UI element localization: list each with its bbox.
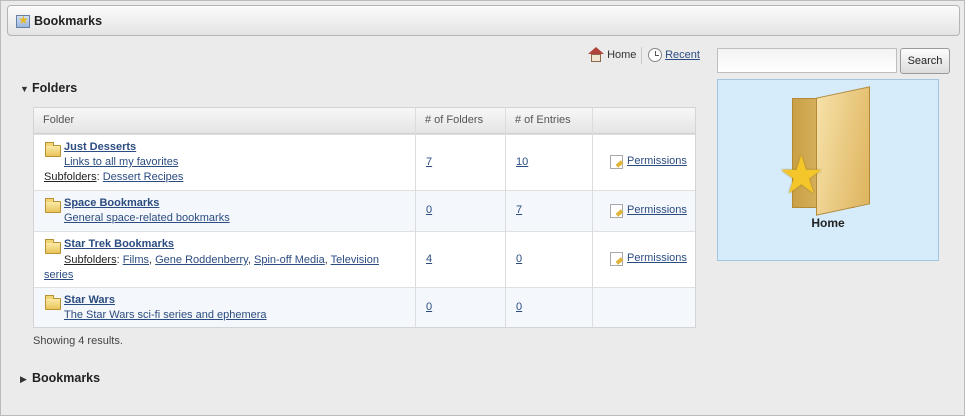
collapsed-arrow-icon: ▶ — [20, 374, 27, 384]
permissions-icon — [610, 204, 623, 218]
column-divider — [592, 108, 593, 327]
bookmarks-icon — [16, 13, 30, 28]
entries-count-link[interactable]: 10 — [516, 156, 528, 168]
column-divider — [505, 108, 506, 327]
preview-label: Home — [811, 216, 845, 230]
folder-name-link[interactable]: Star Trek Bookmarks — [64, 238, 174, 250]
folder-icon — [45, 198, 61, 213]
home-link-label: Home — [607, 49, 637, 61]
subfolders-line: Subfolders: Films, Gene Roddenberry, Spi… — [44, 254, 379, 281]
permissions-icon — [610, 155, 623, 169]
home-folder-star-icon: ★ — [778, 86, 878, 216]
recent-link[interactable]: Recent — [648, 47, 700, 62]
permissions-link[interactable]: Permissions — [627, 204, 687, 216]
folder-name-link[interactable]: Star Wars — [64, 294, 115, 306]
permissions-icon — [610, 252, 623, 266]
results-count: Showing 4 results. — [33, 335, 123, 347]
folders-count-link[interactable]: 0 — [426, 204, 432, 216]
folders-count-link[interactable]: 4 — [426, 253, 432, 265]
subfolders-label: Subfolders — [64, 254, 117, 266]
column-header-entries-count: # of Entries — [506, 108, 593, 134]
subfolder-link[interactable]: Gene Roddenberry — [155, 254, 248, 266]
bookmarks-section-title: Bookmarks — [32, 371, 101, 385]
portlet-titlebar: Bookmarks — [7, 5, 960, 36]
portlet-title: Bookmarks — [34, 14, 103, 28]
search-input[interactable] — [717, 48, 897, 73]
column-divider — [415, 108, 416, 327]
subfolder-link[interactable]: Spin-off Media — [254, 254, 325, 266]
bookmarks-portlet: Bookmarks Home Recent Search ▼Folders Fo… — [0, 0, 965, 416]
permissions-link[interactable]: Permissions — [627, 252, 687, 264]
entries-count-link[interactable]: 7 — [516, 204, 522, 216]
table-row: Star Wars The Star Wars sci-fi series an… — [34, 287, 695, 327]
column-header-actions — [593, 108, 695, 134]
folder-name-link[interactable]: Space Bookmarks — [64, 197, 159, 209]
folders-table: Folder # of Folders # of Entries Just De… — [33, 107, 696, 328]
home-link[interactable]: Home — [588, 47, 636, 63]
subfolder-link[interactable]: Dessert Recipes — [103, 171, 184, 183]
expanded-arrow-icon: ▼ — [20, 84, 29, 94]
folder-icon — [45, 295, 61, 310]
folders-count-link[interactable]: 7 — [426, 156, 432, 168]
subfolder-link[interactable]: Films — [123, 254, 149, 266]
folders-section-toggle[interactable]: ▼ Folders — [20, 81, 77, 95]
home-icon — [588, 47, 604, 63]
entries-count-link[interactable]: 0 — [516, 253, 522, 265]
folders-count-link[interactable]: 0 — [426, 301, 432, 313]
folder-icon — [45, 142, 61, 157]
folders-section-title: Folders — [32, 81, 78, 95]
clock-icon — [648, 48, 662, 62]
subfolders-line: Subfolders: Dessert Recipes — [44, 171, 184, 183]
folder-name-link[interactable]: Just Desserts — [64, 141, 136, 153]
column-header-folder: Folder — [34, 108, 416, 134]
search-button[interactable]: Search — [900, 48, 950, 74]
entries-count-link[interactable]: 0 — [516, 301, 522, 313]
folder-description-link[interactable]: General space-related bookmarks — [64, 212, 230, 224]
column-header-folders-count: # of Folders — [416, 108, 506, 134]
table-row: Star Trek Bookmarks Subfolders: Films, G… — [34, 231, 695, 287]
nav-separator — [641, 47, 642, 64]
folder-description-link[interactable]: The Star Wars sci-fi series and ephemera — [64, 309, 267, 321]
bookmarks-section-toggle[interactable]: ▶ Bookmarks — [20, 371, 100, 385]
folder-description-link[interactable]: Links to all my favorites — [64, 156, 178, 168]
table-row: Space Bookmarks General space-related bo… — [34, 190, 695, 231]
table-row: Just Desserts Links to all my favorites … — [34, 134, 695, 190]
permissions-link[interactable]: Permissions — [627, 155, 687, 167]
subfolders-label: Subfolders — [44, 171, 97, 183]
folder-preview-panel[interactable]: ★ Home — [717, 79, 939, 261]
recent-link-label[interactable]: Recent — [665, 49, 700, 61]
